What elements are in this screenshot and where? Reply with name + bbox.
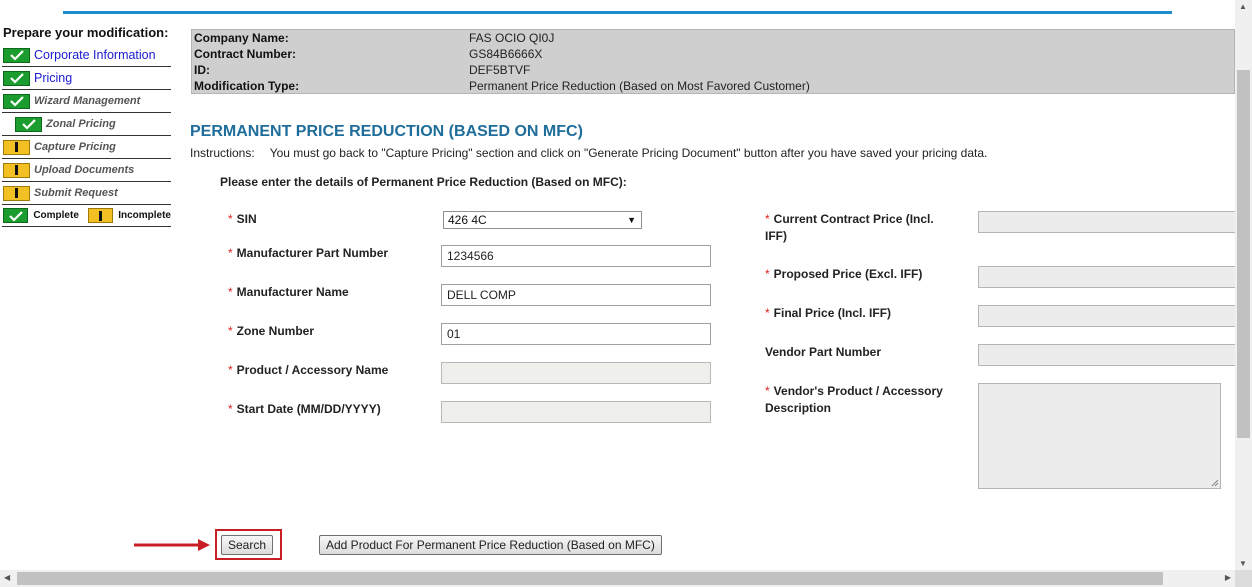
scroll-up-icon[interactable]: ▲ [1239,2,1247,11]
scroll-down-icon[interactable]: ▼ [1239,559,1247,568]
legend-incomplete-label: Incomplete [118,210,171,221]
contract-info-panel: Company Name: FAS OCIO QI0J Contract Num… [191,29,1235,94]
form-subheading: Please enter the details of Permanent Pr… [220,175,627,189]
page-title: PERMANENT PRICE REDUCTION (BASED ON MFC) [190,123,583,140]
sidebar-item-label: Upload Documents [34,164,135,176]
sidebar-item-label: Submit Request [34,187,118,199]
sidebar-item-upload-documents: Upload Documents [2,159,171,182]
product-name-input[interactable] [441,362,711,384]
company-label: Company Name: [194,31,289,45]
id-label: ID: [194,63,210,77]
modtype-value: Permanent Price Reduction (Based on Most… [469,79,810,93]
manufacturer-name-input[interactable]: DELL COMP [441,284,711,306]
sin-select[interactable]: 426 4C ▼ [443,211,642,229]
contract-value: GS84B6666X [469,47,543,61]
start-date-input[interactable] [441,401,711,423]
proposed-price-input[interactable] [978,266,1236,288]
manufacturer-name-label: * Manufacturer Name [228,285,349,299]
modtype-label: Modification Type: [194,79,300,93]
zone-label: * Zone Number [228,324,315,338]
start-date-label: * Start Date (MM/DD/YYYY) [228,402,381,416]
horizontal-scrollbar[interactable]: ◀ ▶ [0,570,1235,587]
add-product-button[interactable]: Add Product For Permanent Price Reductio… [319,535,662,555]
vertical-scrollbar[interactable]: ▲ ▼ [1235,0,1252,570]
current-contract-price-label: * Current Contract Price (Incl. IFF) [765,212,934,243]
sidebar-item-label: Wizard Management [34,95,141,107]
sidebar-title: Prepare your modification: [3,25,169,40]
sidebar-item-submit-request: Submit Request [2,182,171,205]
sidebar-item-label[interactable]: Corporate Information [34,48,156,62]
vendor-part-number-label: Vendor Part Number [765,345,882,359]
zone-number-input[interactable]: 01 [441,323,711,345]
warning-icon [3,139,30,155]
resize-grip-icon[interactable] [1211,479,1219,487]
sidebar-item-capture-pricing: Capture Pricing [2,136,171,159]
check-icon [15,116,42,132]
final-price-label: * Final Price (Incl. IFF) [765,306,892,320]
warning-icon [3,162,30,178]
scroll-left-icon[interactable]: ◀ [4,573,10,582]
mpn-label: * Manufacturer Part Number [228,246,389,260]
sidebar-item-pricing[interactable]: Pricing [2,67,171,90]
sin-label: * SIN [228,212,257,226]
current-contract-price-input[interactable] [978,211,1236,233]
annotation-arrow-icon [134,539,210,551]
sidebar-item-zonal-pricing: Zonal Pricing [2,113,171,136]
sidebar-item-wizard-management: Wizard Management [2,90,171,113]
horizontal-scroll-thumb[interactable] [17,572,1163,585]
check-icon [3,70,30,86]
instructions-label: Instructions: [190,146,255,160]
company-value: FAS OCIO QI0J [469,31,555,45]
mpn-input[interactable]: 1234566 [441,245,711,267]
warning-icon [3,185,30,201]
dropdown-arrow-icon: ▼ [627,215,636,225]
search-button[interactable]: Search [221,535,274,555]
scroll-right-icon[interactable]: ▶ [1225,573,1231,582]
status-legend: Complete Incomplete [2,205,171,227]
warning-icon [87,208,114,223]
vertical-scroll-thumb[interactable] [1237,70,1250,438]
sidebar-item-label: Capture Pricing [34,141,116,153]
scrollbar-corner [1235,570,1252,587]
check-icon [3,208,29,223]
check-icon [3,47,30,63]
product-name-label: * Product / Accessory Name [228,363,389,377]
sidebar: Prepare your modification: Corporate Inf… [2,24,171,227]
vendor-description-label: * Vendor's Product / Accessory Description [765,384,943,415]
id-value: DEF5BTVF [469,63,531,77]
final-price-input[interactable] [978,305,1236,327]
top-accent-bar [63,11,1172,14]
legend-complete-label: Complete [33,210,79,221]
instructions-text: You must go back to "Capture Pricing" se… [269,146,988,160]
check-icon [3,93,30,109]
sidebar-item-label: Zonal Pricing [46,118,116,130]
sidebar-item-corporate-information[interactable]: Corporate Information [2,44,171,67]
vendor-description-textarea[interactable] [978,383,1221,489]
contract-label: Contract Number: [194,47,297,61]
sidebar-item-label[interactable]: Pricing [34,71,72,85]
instructions: Instructions: You must go back to "Captur… [190,146,987,160]
proposed-price-label: * Proposed Price (Excl. IFF) [765,267,923,281]
vendor-part-number-input[interactable] [978,344,1236,366]
